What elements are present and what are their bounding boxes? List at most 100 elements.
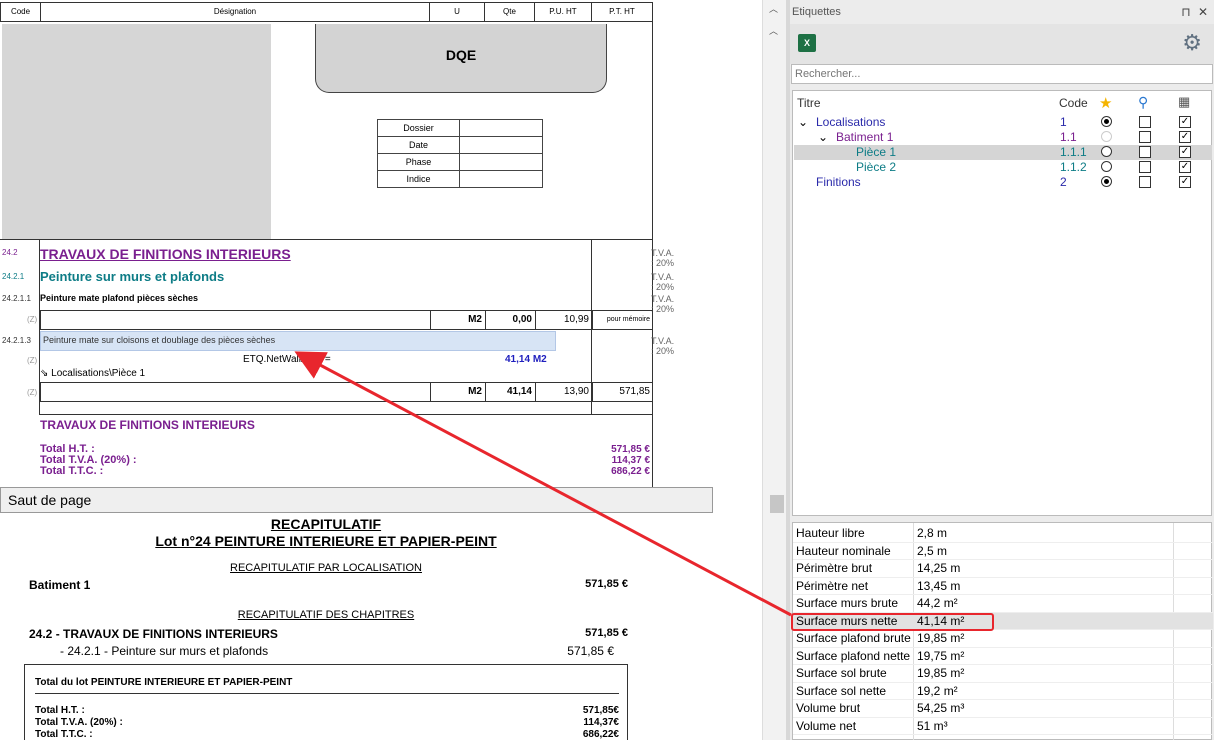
label-tree[interactable]: Titre Code ★ ⚲ ▦ ⌄ Localisations 1 ✓ ⌄ B… (792, 90, 1212, 516)
property-name: Surface plafond brute (796, 631, 911, 645)
qty-cell[interactable]: 41,14 (485, 383, 535, 401)
tree-item-batiment-1[interactable]: ⌄ Batiment 1 1.1 ✓ (794, 130, 1212, 145)
dqe-title: DQE (315, 24, 607, 93)
unit-cell: M2 (430, 383, 485, 401)
close-icon[interactable]: ✕ (1198, 5, 1208, 19)
pu-cell[interactable]: 13,90 (535, 383, 592, 401)
highlight-box (791, 613, 994, 631)
property-value: 19,85 m² (917, 631, 965, 645)
lot-ttc-value: 686,22€ (582, 729, 619, 740)
quantity-row[interactable]: M2 0,00 10,99 pour mémoire (40, 310, 653, 330)
dqe-page: DQE Dossier Date Phase Indice 24.2 TRAVA… (0, 22, 674, 487)
property-row[interactable]: Surface sol brute 19,85 m² (793, 665, 1213, 683)
recap-building-value: 571,85 € (585, 578, 628, 590)
info-value[interactable] (459, 170, 543, 188)
radio[interactable] (1101, 131, 1112, 142)
tree-item-finitions[interactable]: Finitions 2 ✓ (794, 175, 1212, 190)
pu-cell[interactable]: 10,99 (535, 311, 592, 329)
magnifier-icon[interactable]: ⚲ (1138, 94, 1148, 111)
col-qty: Qte (484, 2, 534, 22)
gear-icon[interactable]: ⚙ (1182, 31, 1202, 55)
info-label: Dossier (377, 119, 460, 137)
tree-item-piece-2[interactable]: Pièce 2 1.1.2 ✓ (794, 160, 1212, 175)
scroll-up-icon[interactable]: ︿ (769, 24, 778, 37)
property-row[interactable]: Surface sol nette 19,2 m² (793, 683, 1213, 700)
recap-chapters-title: RECAPITULATIF DES CHAPITRES (237, 609, 415, 621)
z-marker: (Z) (27, 388, 38, 397)
checkbox[interactable]: ✓ (1179, 146, 1191, 158)
checkbox[interactable] (1139, 131, 1151, 143)
checkbox[interactable] (1139, 176, 1151, 188)
property-row[interactable]: Périmètre brut 14,25 m (793, 560, 1213, 578)
expander-icon[interactable]: ⌄ (798, 115, 808, 130)
tree-item-code: 2 (1060, 175, 1067, 189)
search-input[interactable] (791, 64, 1213, 84)
checkbox[interactable] (1139, 161, 1151, 173)
info-label: Date (377, 136, 460, 154)
radio[interactable] (1101, 161, 1112, 172)
panel-title: Etiquettes (792, 6, 841, 18)
selected-article-row[interactable]: Peinture mate sur cloisons et doublage d… (40, 331, 556, 351)
property-name: Surface plafond nette (796, 648, 911, 663)
excel-export-icon[interactable]: X (798, 34, 816, 52)
tree-header-title[interactable]: Titre (797, 96, 821, 110)
page-break[interactable]: Saut de page (0, 487, 713, 513)
chapter-code: 24.2 (2, 248, 18, 257)
chapter-footer-title: TRAVAUX DE FINITIONS INTERIEURS (40, 418, 255, 432)
property-row[interactable]: Surface plafond brute 19,85 m² (793, 630, 1213, 648)
article-title[interactable]: Peinture mate plafond pièces sèches (40, 293, 198, 303)
property-row[interactable]: Hauteur nominale 2,5 m (793, 543, 1213, 560)
info-value[interactable] (459, 119, 543, 137)
radio[interactable] (1101, 176, 1112, 187)
total-tva-value: 114,37 € (611, 455, 650, 466)
checkbox[interactable]: ✓ (1179, 131, 1191, 143)
checkbox[interactable]: ✓ (1179, 161, 1191, 173)
tree-header-code[interactable]: Code (1059, 96, 1088, 110)
property-value: 19,85 m² (917, 666, 965, 680)
property-row[interactable]: Périmètre net 13,45 m (793, 578, 1213, 595)
document-view[interactable]: Code Désignation U Qte P.U. HT P.T. HT D… (0, 0, 762, 740)
qty-cell[interactable]: 0,00 (485, 311, 535, 329)
checkbox[interactable]: ✓ (1179, 176, 1191, 188)
property-row[interactable]: Volume net 51 m³ (793, 718, 1213, 735)
radio[interactable] (1101, 116, 1112, 127)
star-icon[interactable]: ★ (1099, 94, 1112, 112)
tree-item-piece-1[interactable]: Pièce 1 1.1.1 ✓ (794, 145, 1212, 160)
property-value: 19,2 m² (917, 683, 958, 698)
calculator-icon[interactable]: ▦ (1178, 94, 1190, 110)
lot-tva-value: 114,37€ (583, 717, 619, 728)
unit-cell: M2 (430, 311, 485, 329)
subchapter-title[interactable]: Peinture sur murs et plafonds (40, 269, 224, 284)
property-row[interactable]: Hauteur libre 2,8 m (793, 525, 1213, 543)
chapter-title[interactable]: TRAVAUX DE FINITIONS INTERIEURS (40, 246, 291, 262)
pin-icon[interactable]: ⊓ (1181, 5, 1190, 19)
expander-icon[interactable]: ⌄ (818, 130, 828, 145)
property-row[interactable]: Volume brut 54,25 m³ (793, 700, 1213, 718)
panel-titlebar: Etiquettes ⊓ ✕ (790, 0, 1214, 24)
checkbox[interactable] (1139, 116, 1151, 128)
properties-grid[interactable]: Hauteur libre 2,8 m Hauteur nominale 2,5 m P… (792, 522, 1213, 740)
tree-item-code: 1.1.1 (1060, 145, 1087, 159)
vertical-scrollbar[interactable]: ︿ ︿ (762, 0, 786, 740)
radio[interactable] (1101, 146, 1112, 157)
scroll-thumb[interactable] (770, 495, 784, 513)
checkbox[interactable]: ✓ (1179, 116, 1191, 128)
property-name: Périmètre brut (796, 561, 873, 575)
lot-ttc-label: Total T.T.C. : (35, 729, 93, 740)
property-value: 13,45 m (917, 578, 961, 593)
article-code: 24.2.1.1 (2, 294, 31, 303)
tree-item-localisations[interactable]: ⌄ Localisations 1 ✓ (794, 115, 1212, 130)
recap-by-location-title: RECAPITULATIF PAR LOCALISATION (230, 562, 422, 574)
formula-text[interactable]: ETQ.NetWallArea = (243, 354, 331, 365)
tva-label: T.V.A. : 20% (651, 272, 675, 292)
info-value[interactable] (459, 136, 543, 154)
location-link[interactable]: ⇘ Localisations\Pièce 1 (40, 368, 145, 379)
info-value[interactable] (459, 153, 543, 171)
scroll-up-icon[interactable]: ︿ (769, 2, 778, 15)
col-code: Code (0, 2, 40, 22)
property-row[interactable]: Surface murs brute 44,2 m² (793, 595, 1213, 613)
property-row[interactable]: Surface plafond nette 19,75 m² (793, 648, 1213, 665)
checkbox[interactable] (1139, 146, 1151, 158)
col-unit: U (429, 2, 484, 22)
quantity-row[interactable]: M2 41,14 13,90 571,85 (40, 382, 653, 402)
